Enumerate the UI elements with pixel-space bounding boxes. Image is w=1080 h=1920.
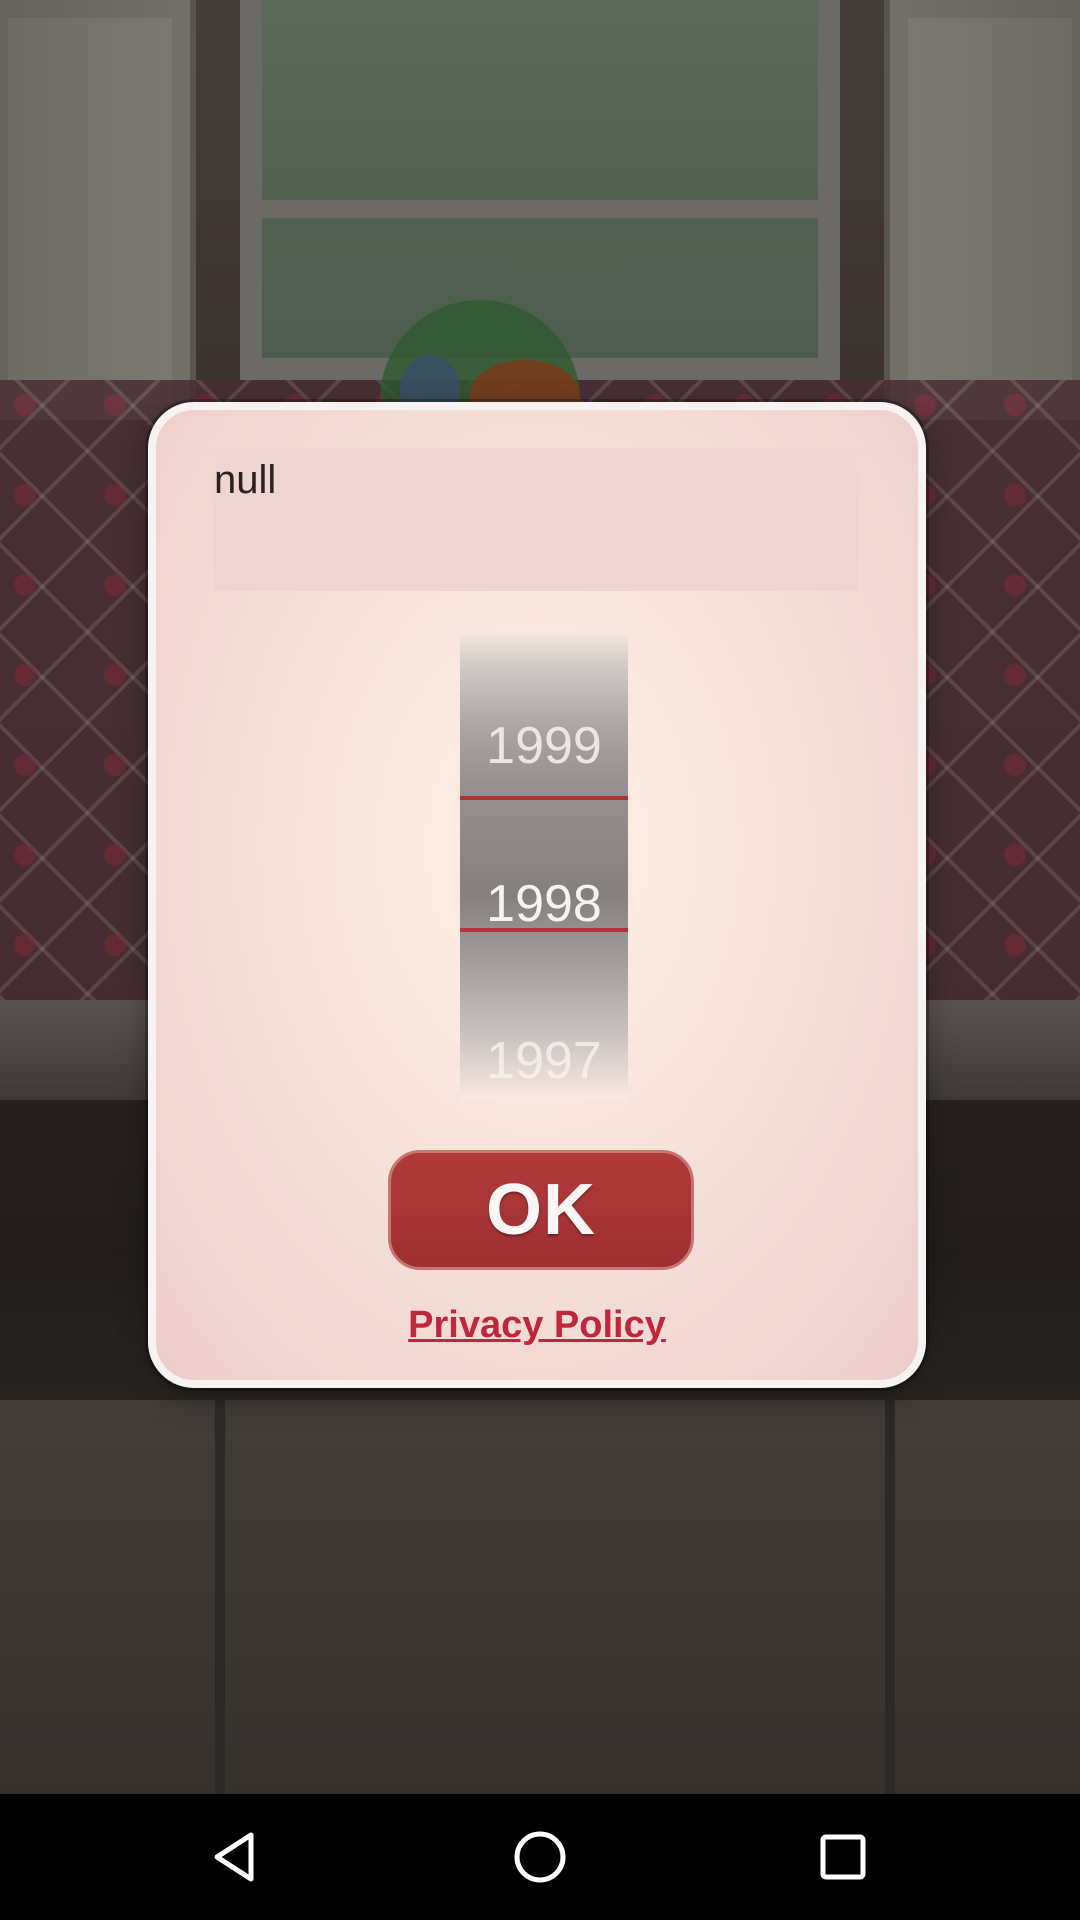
year-option-selected[interactable]: 1998 [460, 878, 628, 930]
navigation-bar [0, 1794, 1080, 1920]
birth-year-picker[interactable]: 1999 1998 1997 [460, 630, 628, 1100]
message-box: null [214, 448, 858, 591]
upper-cabinet-right [884, 0, 1080, 420]
dialog-message: null [214, 458, 277, 502]
upper-cabinet-left [0, 0, 196, 420]
ok-button-label: OK [486, 1170, 596, 1250]
ok-button[interactable]: OK [388, 1150, 694, 1270]
home-circle-icon [514, 1831, 566, 1883]
age-gate-dialog: null 1999 1998 1997 OK Privacy Policy [148, 402, 926, 1388]
back-button[interactable] [200, 1822, 270, 1892]
selection-divider-bottom [460, 928, 628, 932]
recents-button[interactable] [808, 1822, 878, 1892]
privacy-policy-link[interactable]: Privacy Policy [156, 1304, 918, 1347]
year-option-previous[interactable]: 1999 [460, 720, 628, 772]
recents-square-icon [820, 1834, 866, 1880]
year-option-next[interactable]: 1997 [460, 1035, 628, 1087]
back-triangle-icon [214, 1832, 254, 1882]
home-button[interactable] [505, 1822, 575, 1892]
lower-cabinets [0, 1400, 1080, 1794]
selection-divider-top [460, 796, 628, 800]
